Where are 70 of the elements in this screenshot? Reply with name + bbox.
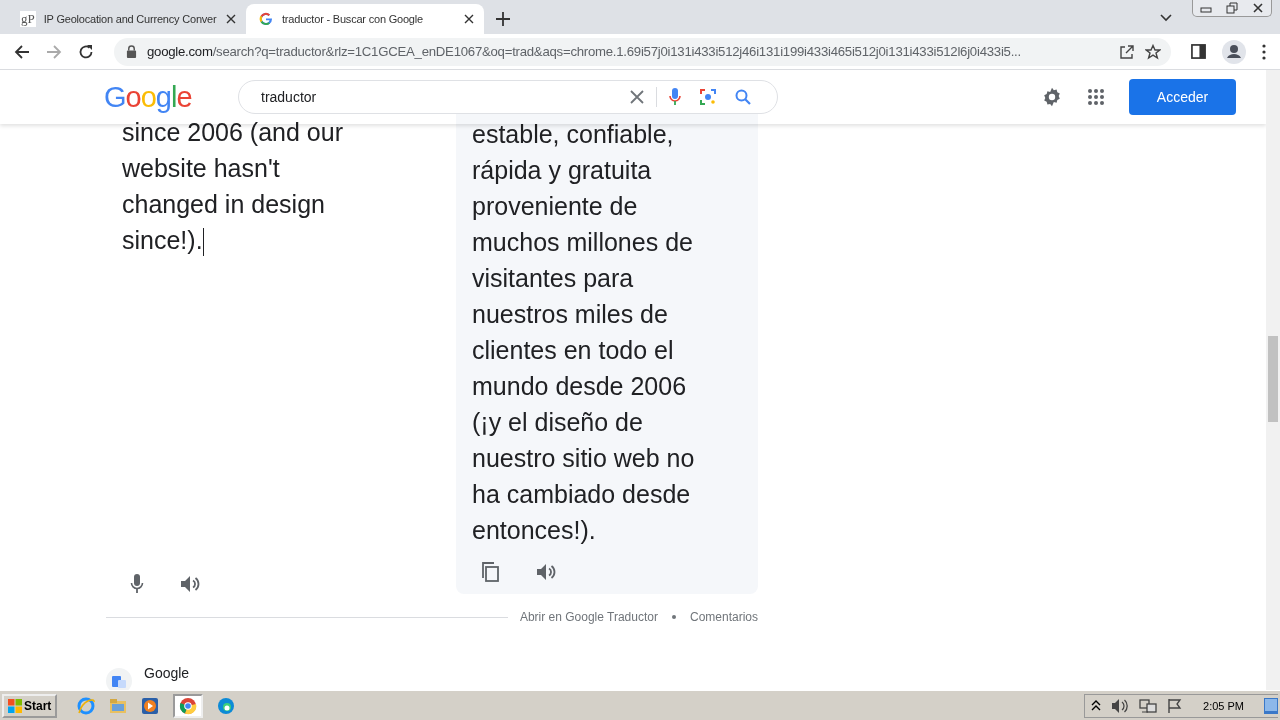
windows-logo-icon (8, 698, 22, 713)
new-tab-icon[interactable] (496, 12, 510, 26)
close-icon[interactable] (464, 14, 474, 24)
settings-icon[interactable] (1041, 86, 1063, 108)
translated-text-line: rápida y gratuita (472, 155, 653, 186)
search-field[interactable]: traductor (259, 88, 612, 106)
edge-icon[interactable] (217, 696, 236, 715)
translated-text-line: mundo desde 2006 (472, 371, 688, 402)
close-window-icon[interactable] (1252, 2, 1264, 14)
media-player-icon[interactable] (141, 696, 160, 715)
back-icon[interactable] (14, 43, 30, 60)
show-hidden-icon[interactable] (1091, 699, 1102, 712)
address-bar[interactable]: google.com/search?q=traductor&rlz=1C1GCEA_enDE1067&oq=trad&aqs=chrome.1.69i57j0i131i433i512j46i131i199i433i465i512j0i131i433i512l6j0i433i5... (114, 37, 1171, 66)
result-site-name[interactable]: Google (144, 665, 190, 681)
menu-icon[interactable] (1262, 43, 1266, 60)
source-text-line[interactable]: changed in design (122, 186, 456, 222)
translated-text-line: visitantes para (472, 263, 635, 294)
profile-avatar-icon[interactable] (1222, 39, 1246, 64)
translated-text-line: estable, confiable, (472, 119, 675, 150)
star-icon[interactable] (1145, 43, 1161, 60)
clear-icon[interactable] (630, 90, 644, 104)
translated-text-line: (¡y el diseño de (472, 407, 644, 438)
speaker-icon[interactable] (180, 574, 200, 594)
site-favicon: gP (20, 11, 36, 27)
chrome-icon (179, 696, 198, 715)
text-cursor (202, 228, 204, 257)
translated-text-line: muchos millones de (472, 227, 694, 258)
tab-title: IP Geolocation and Currency Conver (43, 13, 218, 25)
chrome-taskbar-button[interactable] (173, 693, 204, 718)
network-icon[interactable] (1139, 697, 1158, 714)
search-icon[interactable] (735, 89, 751, 105)
source-text-line[interactable]: since!). (122, 222, 456, 258)
url-text: google.com/search?q=traductor&rlz=1C1GCEA_enDE1067&oq=trad&aqs=chrome.1.69i57j0i131i433i512j46i131i199i433i465i512j0i131i433i512l6j0i433i5... (147, 44, 1022, 59)
volume-icon[interactable] (1111, 697, 1130, 714)
share-icon[interactable] (1119, 43, 1135, 60)
translated-text-line: nuestros miles de (472, 299, 669, 330)
browser-tab[interactable]: gP IP Geolocation and Currency Conver (8, 4, 246, 34)
source-text-line[interactable]: website hasn't (122, 150, 456, 186)
camera-lens-icon[interactable] (699, 88, 717, 106)
reload-icon[interactable] (78, 43, 94, 60)
google-logo[interactable]: Google (104, 80, 214, 114)
lock-icon (126, 45, 137, 58)
restore-icon[interactable] (1226, 2, 1238, 14)
feedback-link[interactable]: Comentarios (689, 610, 758, 624)
translate-link[interactable]: Abrir en Google Traductor (519, 610, 658, 624)
microphone-icon[interactable] (130, 574, 144, 594)
translated-text-line: nuestro sitio web no (472, 443, 696, 474)
scrollbar[interactable] (1266, 70, 1280, 690)
side-panel-icon[interactable] (1191, 44, 1206, 59)
tab-title: traductor - Buscar con Google (282, 13, 424, 25)
show-desktop-icon[interactable] (1264, 697, 1278, 714)
flag-icon[interactable] (1167, 697, 1184, 714)
copy-icon[interactable] (480, 562, 500, 582)
speaker-icon[interactable] (536, 562, 556, 582)
separator-dot (671, 615, 676, 619)
apps-grid-icon[interactable] (1087, 88, 1105, 106)
source-text-line[interactable]: since 2006 (and our (122, 114, 456, 150)
microphone-icon[interactable] (669, 88, 681, 106)
translated-text-line: clientes en todo el (472, 335, 675, 366)
clock-time[interactable]: 2:05 PM (1203, 699, 1244, 712)
translated-text-line: entonces!). (472, 515, 597, 546)
tab-list-icon[interactable] (1160, 14, 1172, 22)
translated-text-line: ha cambiado desde (472, 479, 692, 510)
close-icon[interactable] (226, 14, 236, 24)
google-favicon (258, 11, 274, 27)
sign-in-button[interactable]: Acceder (1129, 79, 1236, 115)
start-button[interactable]: Start (2, 693, 58, 718)
browser-tab[interactable]: traductor - Buscar con Google (246, 4, 484, 34)
scrollbar-thumb[interactable] (1268, 336, 1278, 422)
translated-text-line: proveniente de (472, 191, 639, 222)
